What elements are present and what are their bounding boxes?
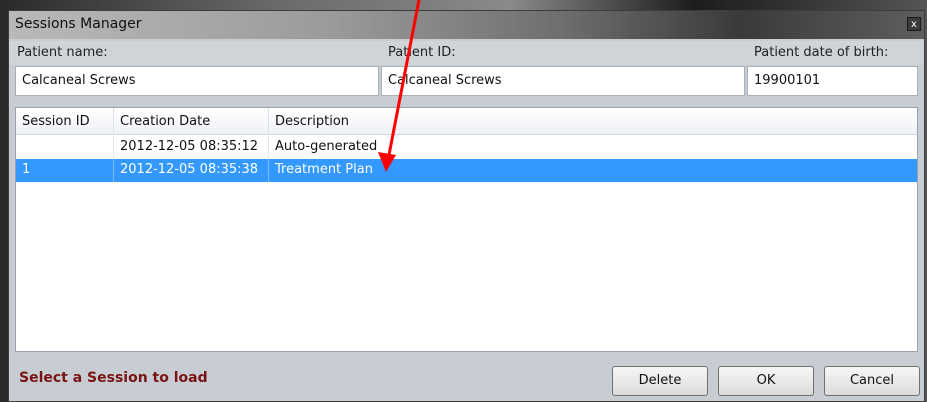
patient-id-label: Patient ID: — [388, 45, 456, 60]
table-header: Session ID Creation Date Description — [16, 108, 917, 135]
patient-info-values: Calcaneal Screws Calcaneal Screws 199001… — [15, 66, 918, 96]
status-message: Select a Session to load — [19, 370, 208, 386]
column-header-description[interactable]: Description — [269, 108, 919, 135]
cell-description: Auto-generated — [275, 139, 378, 154]
table-row-selected[interactable]: 1 2012-12-05 08:35:38 Treatment Plan — [16, 159, 917, 182]
patient-info-labels: Patient name: Patient ID: Patient date o… — [9, 41, 924, 65]
sessions-manager-window: Sessions Manager x Patient name: Patient… — [8, 10, 925, 402]
title-bar[interactable]: Sessions Manager x — [9, 11, 924, 39]
dialog-footer: Select a Session to load Delete OK Cance… — [9, 361, 924, 401]
close-button[interactable]: x — [907, 17, 921, 31]
patient-name-field: Calcaneal Screws — [15, 66, 379, 96]
sessions-table[interactable]: Session ID Creation Date Description 201… — [15, 107, 918, 352]
table-row[interactable]: 2012-12-05 08:35:12 Auto-generated — [16, 136, 917, 159]
cell-description: Treatment Plan — [275, 162, 373, 177]
cell-creation-date: 2012-12-05 08:35:12 — [114, 136, 269, 159]
patient-name-label: Patient name: — [17, 45, 108, 60]
cancel-button[interactable]: Cancel — [824, 366, 920, 396]
cell-creation-date: 2012-12-05 08:35:38 — [114, 159, 269, 182]
window-title: Sessions Manager — [15, 16, 142, 32]
patient-dob-label: Patient date of birth: — [754, 45, 889, 60]
patient-dob-field: 19900101 — [747, 66, 918, 96]
column-header-creation-date[interactable]: Creation Date — [114, 108, 269, 135]
delete-button[interactable]: Delete — [612, 366, 708, 396]
column-header-session-id[interactable]: Session ID — [16, 108, 114, 135]
cell-session-id — [16, 136, 114, 159]
patient-id-field: Calcaneal Screws — [381, 66, 745, 96]
ok-button[interactable]: OK — [718, 366, 814, 396]
cell-session-id: 1 — [16, 159, 114, 182]
